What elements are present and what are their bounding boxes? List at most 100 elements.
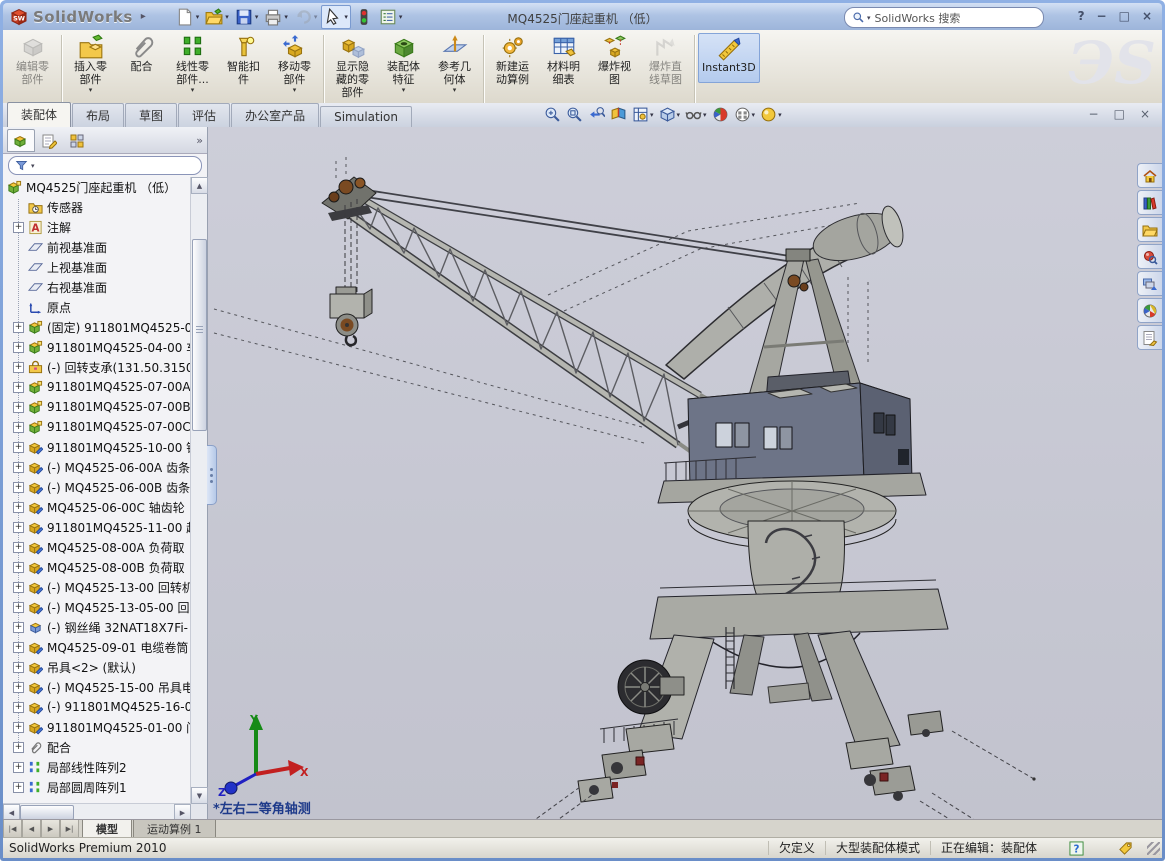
tree-vertical-scrollbar[interactable]: ▲ ▼ — [190, 177, 207, 804]
ribbon-button-show-hidden-components[interactable]: 显示隐 藏的零 部件▾ — [327, 33, 378, 104]
expand-icon[interactable] — [13, 362, 24, 373]
tree-horizontal-scrollbar[interactable]: ◀ ▶ — [3, 803, 191, 820]
tree-item[interactable]: 局部线性阵列2 — [3, 757, 191, 777]
save-button[interactable]: ▾ — [233, 6, 261, 28]
expand-icon[interactable] — [13, 782, 24, 793]
doc-restore-button[interactable]: □ — [1114, 107, 1125, 121]
ribbon-button-exploded-view[interactable]: 爆炸视 图▾ — [589, 33, 640, 94]
doc-minimize-button[interactable]: − — [1089, 107, 1099, 121]
open-button[interactable]: ▾ — [203, 6, 231, 28]
zoom-to-area-button[interactable] — [565, 105, 584, 124]
expand-icon[interactable] — [13, 642, 24, 653]
panel-tab-propertymanager[interactable] — [35, 129, 63, 152]
panel-splitter-handle[interactable] — [207, 445, 217, 505]
tab-评估[interactable]: 评估 — [178, 103, 230, 127]
tree-item[interactable]: (固定) 911801MQ4525-0 — [3, 317, 191, 337]
edit-appearance-button[interactable] — [711, 105, 730, 124]
options-button[interactable]: ▾ — [377, 6, 405, 28]
tab-Simulation[interactable]: Simulation — [320, 106, 412, 127]
view-settings-button[interactable]: ▾ — [759, 105, 783, 124]
print-button[interactable]: ▾ — [262, 6, 290, 28]
resize-grip[interactable] — [1147, 842, 1160, 855]
sheet-nav-first-button[interactable]: |◀ — [3, 820, 22, 838]
ribbon-button-new-motion-study[interactable]: 新建运 动算例▾ — [487, 33, 538, 94]
ribbon-button-assembly-features[interactable]: 装配体 特征▾ — [378, 33, 429, 94]
expand-icon[interactable] — [13, 562, 24, 573]
expand-icon[interactable] — [13, 402, 24, 413]
panel-tab-featuremanager[interactable] — [7, 129, 35, 152]
tree-item[interactable]: 911801MQ4525-10-00 钢 — [3, 437, 191, 457]
expand-icon[interactable] — [13, 622, 24, 633]
tree-item[interactable]: (-) 911801MQ4525-16-0 — [3, 697, 191, 717]
bottom-tab-运动算例 1[interactable]: 运动算例 1 — [133, 820, 216, 838]
tree-item[interactable]: 前视基准面 — [3, 237, 191, 257]
tree-item[interactable]: (-) MQ4525-13-00 回转机 — [3, 577, 191, 597]
tab-布局[interactable]: 布局 — [72, 103, 124, 127]
tree-filter-input[interactable]: ▾ — [8, 156, 202, 175]
tree-root-item[interactable]: MQ4525门座起重机 （低） — [3, 177, 191, 197]
tree-item[interactable]: MQ4525-08-00B 负荷取 — [3, 557, 191, 577]
doc-close-button[interactable]: × — [1140, 107, 1150, 121]
expand-icon[interactable] — [13, 602, 24, 613]
expand-icon[interactable] — [13, 382, 24, 393]
tree-item[interactable]: MQ4525-06-00C 轴齿轮 — [3, 497, 191, 517]
panel-tab-configurationmanager[interactable] — [63, 129, 91, 152]
sheet-nav-prev-button[interactable]: ◀ — [22, 820, 41, 838]
tree-item[interactable]: (-) MQ4525-15-00 吊具电 — [3, 677, 191, 697]
ribbon-button-instant3d[interactable]: Instant3D▾ — [698, 33, 760, 83]
tree-item[interactable]: 911801MQ4525-07-00A — [3, 377, 191, 397]
scroll-up-icon[interactable]: ▲ — [191, 177, 208, 194]
tree-item[interactable]: 911801MQ4525-07-00C — [3, 417, 191, 437]
display-style-button[interactable]: ▾ — [658, 105, 682, 124]
panel-overflow-chevron[interactable]: » — [196, 134, 203, 147]
scroll-thumb[interactable] — [192, 239, 207, 431]
tree-item[interactable]: MQ4525-09-01 电缆卷筒 — [3, 637, 191, 657]
tree-item[interactable]: (-) MQ4525-06-00B 齿条 — [3, 477, 191, 497]
ribbon-button-linear-component-pattern[interactable]: 线性零 部件...▾ — [167, 33, 218, 94]
expand-icon[interactable] — [13, 582, 24, 593]
expand-icon[interactable] — [13, 442, 24, 453]
help-badge-icon[interactable]: ? — [1069, 841, 1084, 856]
file-explorer-button[interactable] — [1137, 217, 1162, 242]
search-box[interactable]: ▾ SolidWorks 搜索 — [844, 7, 1044, 28]
expand-icon[interactable] — [13, 702, 24, 713]
tree-item[interactable]: 右视基准面 — [3, 277, 191, 297]
rebuild-lights-button[interactable] — [353, 6, 375, 28]
ribbon-button-mate[interactable]: 配合▾ — [116, 33, 167, 81]
expand-icon[interactable] — [13, 722, 24, 733]
expand-icon[interactable] — [13, 222, 24, 233]
tree-item[interactable]: (-) 回转支承(131.50.3150 — [3, 357, 191, 377]
hscroll-thumb[interactable] — [20, 805, 74, 820]
tree-item[interactable]: 原点 — [3, 297, 191, 317]
sheet-nav-last-button[interactable]: ▶| — [60, 820, 79, 838]
tab-办公室产品[interactable]: 办公室产品 — [231, 103, 319, 127]
sheet-nav-next-button[interactable]: ▶ — [41, 820, 60, 838]
undo-button[interactable]: ▾ — [292, 6, 320, 28]
tree-item[interactable]: 局部圆周阵列1 — [3, 777, 191, 797]
expand-icon[interactable] — [13, 322, 24, 333]
ribbon-button-edit-component[interactable]: 编辑零 部件▾ — [7, 33, 58, 94]
tree-item[interactable]: 911801MQ4525-04-00 车 — [3, 337, 191, 357]
tag-icon[interactable] — [1118, 841, 1133, 856]
apply-scene-button[interactable]: ▾ — [733, 105, 757, 124]
ribbon-button-move-component[interactable]: 移动零 部件▾ — [269, 33, 320, 94]
expand-icon[interactable] — [13, 462, 24, 473]
expand-icon[interactable] — [13, 682, 24, 693]
expand-icon[interactable] — [13, 542, 24, 553]
zoom-to-fit-button[interactable] — [543, 105, 562, 124]
scroll-down-icon[interactable]: ▼ — [191, 787, 208, 804]
ribbon-button-reference-geometry[interactable]: 参考几 何体▾ — [429, 33, 480, 94]
tree-item[interactable]: 911801MQ4525-07-00B — [3, 397, 191, 417]
help-button[interactable]: ? — [1078, 9, 1085, 23]
appearances-scenes-button[interactable] — [1137, 298, 1162, 323]
design-library-button[interactable] — [1137, 190, 1162, 215]
view-orientation-button[interactable]: ▾ — [631, 105, 655, 124]
filter-dropdown-icon[interactable]: ▾ — [31, 162, 35, 170]
solidworks-search-button[interactable] — [1137, 244, 1162, 269]
expand-icon[interactable] — [13, 502, 24, 513]
tab-装配体[interactable]: 装配体 — [7, 102, 71, 127]
search-dropdown-icon[interactable]: ▾ — [867, 14, 871, 22]
ribbon-button-insert-component[interactable]: 插入零 部件▾ — [65, 33, 116, 94]
close-button[interactable]: × — [1142, 9, 1152, 23]
tree-item[interactable]: (-) MQ4525-13-05-00 回 — [3, 597, 191, 617]
